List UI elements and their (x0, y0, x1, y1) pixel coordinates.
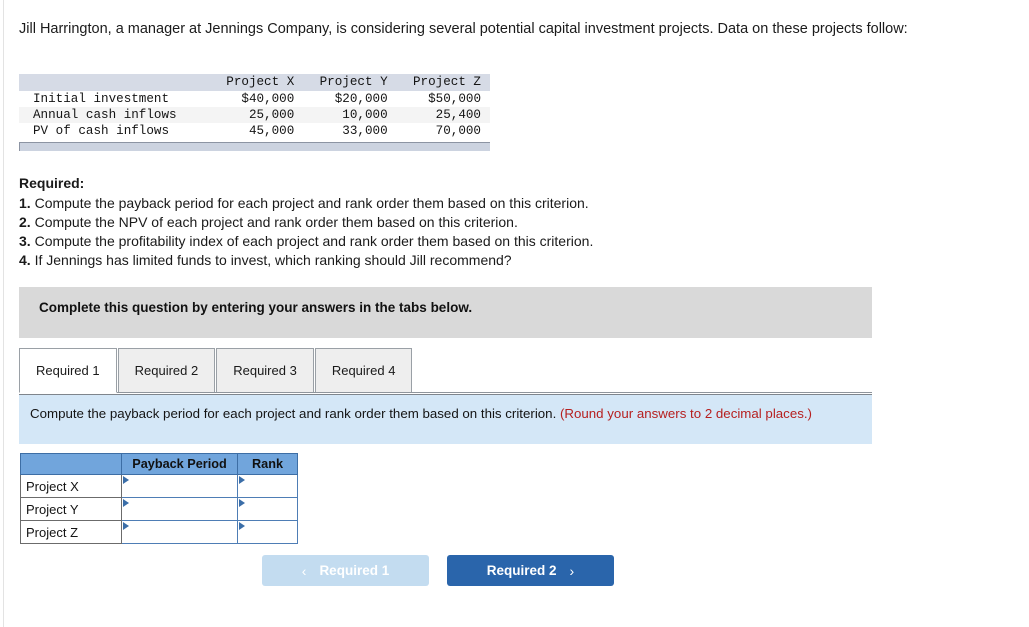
tab-required-1[interactable]: Required 1 (19, 348, 117, 393)
tab-required-2[interactable]: Required 2 (117, 348, 216, 392)
cell-initial-investment-x: $40,000 (241, 92, 295, 106)
instruction-bar: Complete this question by entering your … (19, 287, 872, 338)
data-table-header-project-y: Project Y (303, 74, 397, 91)
chevron-right-icon: › (569, 562, 575, 579)
answer-table-head: Payback Period Rank (20, 453, 298, 475)
chevron-left-icon: ‹ (301, 562, 307, 579)
answer-row-label-project-x: Project X (20, 474, 122, 498)
next-required-button-label: Required 2 (486, 563, 557, 578)
answer-table-corner-header (20, 453, 122, 475)
cell-marker-triangle-icon (239, 499, 245, 507)
cell-initial-investment-z: $50,000 (428, 92, 481, 106)
tab-required-1-label: Required 1 (36, 363, 100, 378)
cell-annual-cash-inflows-z: 25,400 (396, 107, 490, 123)
answer-table-body: Project X Project Y Project Z (20, 474, 298, 544)
row-label-pv-of-cash-inflows: PV of cash inflows (33, 124, 170, 138)
next-required-button[interactable]: Required 2 › (447, 555, 614, 586)
answer-row-label-project-y: Project Y (20, 497, 122, 521)
cell-annual-cash-inflows-y: 10,000 (303, 107, 397, 123)
required-item-4: 4. If Jennings has limited funds to inve… (19, 251, 719, 270)
required-item-4-number: 4. (19, 251, 31, 268)
answer-table: Payback Period Rank Project X Project Y (20, 453, 298, 544)
question-prompt-wrapper: Compute the payback period for each proj… (30, 405, 865, 423)
required-item-3: 3. Compute the profitability index of ea… (19, 232, 719, 251)
input-payback-period-project-x[interactable] (121, 474, 238, 498)
table-header-row: Project X Project Y Project Z (19, 74, 490, 91)
cell-marker-triangle-icon (123, 522, 129, 530)
required-item-1-text: Compute the payback period for each proj… (34, 194, 589, 211)
table-row: Project Z (20, 520, 298, 544)
row-label-annual-cash-inflows: Annual cash inflows (19, 107, 210, 123)
previous-required-button[interactable]: ‹ Required 1 (262, 555, 429, 586)
input-rank-project-x[interactable] (237, 474, 298, 498)
required-item-2-number: 2. (19, 213, 31, 230)
cell-marker-triangle-icon (123, 476, 129, 484)
answer-row-label-project-z: Project Z (20, 520, 122, 544)
cell-annual-cash-inflows-x: 25,000 (209, 107, 304, 123)
cell-marker-triangle-icon (239, 522, 245, 530)
tab-required-3-label: Required 3 (233, 363, 297, 378)
question-prompt-banner: Compute the payback period for each proj… (19, 394, 872, 444)
table-row: PV of cash inflows 45,000 33,000 70,000 (19, 123, 490, 139)
tab-bar: Required 1 Required 2 Required 3 Require… (19, 348, 872, 393)
answer-table-header-payback-period: Payback Period (121, 453, 238, 475)
rounding-note: (Round your answers to 2 decimal places.… (559, 406, 812, 421)
project-data-table-body: Initial investment $40,000 $20,000 $50,0… (19, 91, 490, 139)
table-row: Project X (20, 474, 298, 498)
table-row: Annual cash inflows 25,000 10,000 25,400 (19, 107, 490, 123)
tab-required-4[interactable]: Required 4 (314, 348, 413, 392)
input-rank-project-z[interactable] (237, 520, 298, 544)
required-item-1: 1. Compute the payback period for each p… (19, 194, 719, 213)
required-item-1-number: 1. (19, 194, 31, 211)
data-table-footer-bar (19, 142, 490, 151)
navigation-buttons: ‹ Required 1 Required 2 › (262, 555, 614, 586)
instruction-bar-text: Complete this question by entering your … (39, 300, 473, 315)
tab-required-3[interactable]: Required 3 (216, 348, 314, 392)
cell-marker-triangle-icon (239, 476, 245, 484)
project-data-table: Project X Project Y Project Z Initial in… (19, 74, 490, 139)
answer-table-header-rank: Rank (237, 453, 298, 475)
tab-required-2-label: Required 2 (134, 363, 199, 378)
required-item-4-text: If Jennings has limited funds to invest,… (34, 251, 512, 268)
cell-pv-of-cash-inflows-y: 33,000 (342, 124, 388, 138)
input-payback-period-project-y[interactable] (121, 497, 238, 521)
row-label-initial-investment: Initial investment (33, 92, 170, 106)
input-payback-period-project-z[interactable] (121, 520, 238, 544)
required-item-2-text: Compute the NPV of each project and rank… (34, 213, 518, 230)
answer-header-row: Payback Period Rank (20, 453, 298, 475)
table-row: Project Y (20, 497, 298, 521)
cell-pv-of-cash-inflows-z: 70,000 (435, 124, 481, 138)
data-table-corner-header (19, 74, 210, 91)
required-item-2: 2. Compute the NPV of each project and r… (19, 213, 719, 232)
input-rank-project-y[interactable] (237, 497, 298, 521)
cell-initial-investment-y: $20,000 (334, 92, 388, 106)
data-table-header-project-z: Project Z (396, 74, 490, 91)
project-data-table-container: Project X Project Y Project Z Initial in… (19, 74, 490, 151)
previous-required-button-label: Required 1 (319, 563, 390, 578)
required-section: Required: 1. Compute the payback period … (19, 174, 719, 270)
table-row: Initial investment $40,000 $20,000 $50,0… (19, 91, 490, 107)
data-table-header-project-x: Project X (209, 74, 304, 91)
intro-paragraph: Jill Harrington, a manager at Jennings C… (19, 21, 908, 37)
cell-marker-triangle-icon (123, 499, 129, 507)
tab-required-4-label: Required 4 (331, 363, 396, 378)
answer-table-container: Payback Period Rank Project X Project Y (20, 453, 298, 544)
question-prompt-text: Compute the payback period for each proj… (30, 406, 557, 421)
required-item-3-number: 3. (19, 232, 31, 249)
required-heading: Required: (19, 175, 85, 191)
page-left-border (3, 0, 4, 627)
required-item-3-text: Compute the profitability index of each … (34, 232, 594, 249)
cell-pv-of-cash-inflows-x: 45,000 (248, 124, 295, 138)
project-data-table-head: Project X Project Y Project Z (19, 74, 490, 91)
